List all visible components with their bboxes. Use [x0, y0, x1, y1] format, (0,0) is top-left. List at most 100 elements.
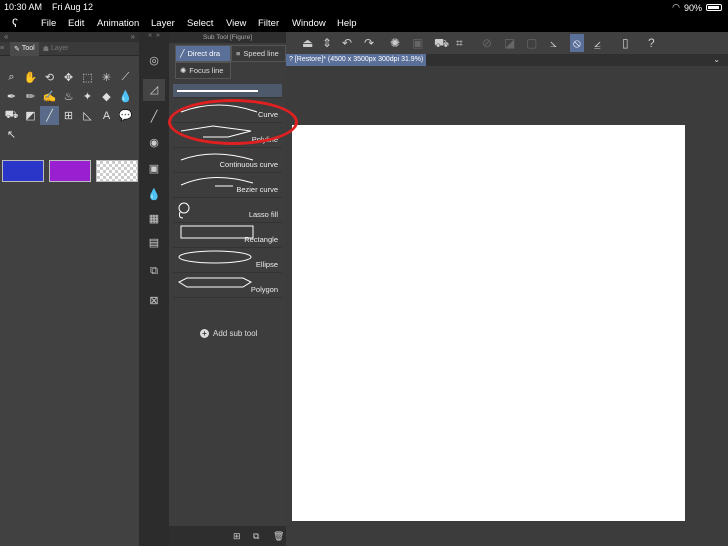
menu-help[interactable]: Help — [337, 18, 357, 29]
tab-focus-line[interactable]: ✺ Focus line — [175, 62, 231, 79]
snap-grid-icon[interactable]: ⦤ — [594, 36, 601, 50]
fill-icon[interactable]: ⛟ — [2, 106, 21, 125]
print-icon[interactable]: ⏏ — [302, 36, 313, 50]
wifi-icon: ◠ — [672, 2, 680, 12]
status-right: ◠ 90% — [672, 2, 722, 13]
color-drop-icon[interactable]: 💧 — [147, 188, 161, 202]
add-subtool-button[interactable]: + Add sub tool — [200, 329, 257, 338]
undo-icon[interactable]: ↶ — [342, 36, 352, 50]
subtool-panel-icon[interactable]: ◿ — [143, 79, 165, 101]
duplicate-subtool-icon[interactable]: ⧉ — [253, 531, 259, 542]
decoration-icon[interactable]: ✦ — [78, 87, 97, 106]
selection-border-icon[interactable]: ▢ — [526, 36, 537, 50]
panel-menu-icon[interactable]: ≡ — [0, 45, 10, 52]
figure-icon[interactable]: ╱ — [40, 106, 59, 125]
subtool-settings-icon[interactable]: ⊞ — [233, 531, 241, 542]
blend-icon[interactable]: 💧 — [116, 87, 135, 106]
app-logo-icon[interactable]: ʕ — [12, 16, 18, 30]
menu-filter[interactable]: Filter — [258, 18, 279, 29]
deselect-icon[interactable]: ⊘ — [482, 36, 492, 50]
document-tab[interactable]: ? [Restore]* (4500 x 3500px 300dpi 31.9%… — [286, 54, 427, 66]
tab-tool[interactable]: ✎ Tool — [10, 41, 39, 56]
invert-selection-icon[interactable]: ◪ — [504, 36, 515, 50]
rotate-icon[interactable]: ⟲ — [40, 68, 59, 87]
subtool-rectangle[interactable]: Rectangle — [173, 223, 282, 248]
sub-color-swatch[interactable] — [49, 160, 91, 182]
status-time: 10:30 AM — [4, 2, 43, 12]
layers-icon[interactable]: ⧉ — [147, 264, 161, 278]
material-icon[interactable]: ▣ — [147, 162, 161, 176]
redo-icon[interactable]: ↷ — [364, 36, 374, 50]
line-icon: ╱ — [180, 49, 185, 58]
correct-line-icon[interactable]: ↖ — [2, 125, 21, 144]
menu-select[interactable]: Select — [187, 18, 213, 29]
tab-direct-draw[interactable]: ╱ Direct dra — [175, 45, 231, 62]
menu-layer[interactable]: Layer — [151, 18, 175, 29]
pen-icon[interactable]: ✒ — [2, 87, 21, 106]
dock-collapse[interactable]: « » — [139, 32, 169, 44]
brush-tool-icon[interactable]: ✍ — [40, 87, 59, 106]
subtool-title: Sub Tool [Figure] — [169, 32, 286, 43]
panel-collapse-bar[interactable]: «» — [0, 32, 139, 42]
clear-icon[interactable]: ▣ — [412, 36, 423, 50]
subtool-continuous-curve[interactable]: Continuous curve — [173, 148, 282, 173]
command-bar: ⏏ ⇕ ↶ ↷ ✺ ▣ ⛟ ⌗ ⊘ ◪ ▢ ⦣ ⦸ ⦤ ▯ ? — [286, 32, 728, 54]
device-icon[interactable]: ▯ — [622, 36, 629, 50]
eraser-icon[interactable]: ◆ — [97, 87, 116, 106]
color-swatches — [2, 160, 138, 182]
fill-bucket-icon[interactable]: ⛟ — [434, 36, 449, 50]
snap-ruler-icon[interactable]: ⦣ — [550, 36, 557, 50]
close-panel-icon[interactable]: ⊠ — [147, 294, 161, 308]
menu-file[interactable]: File — [41, 18, 56, 29]
delete-subtool-icon[interactable]: 🗑 — [273, 531, 284, 542]
menu-window[interactable]: Window — [292, 18, 326, 29]
subtool-polygon[interactable]: Polygon — [173, 273, 282, 298]
tab-layer[interactable]: ☗ Layer — [39, 42, 73, 56]
menu-view[interactable]: View — [226, 18, 246, 29]
loading-icon[interactable]: ✺ — [390, 36, 400, 50]
airbrush-icon[interactable]: ♨ — [59, 87, 78, 106]
tab-speed-line[interactable]: ≡ Speed line — [231, 45, 286, 62]
zoom-icon[interactable]: ⌕ — [2, 68, 21, 87]
subtool-bezier-curve[interactable]: Bezier curve — [173, 173, 282, 198]
menu-edit[interactable]: Edit — [68, 18, 84, 29]
eyedropper-icon[interactable]: ⟋ — [116, 68, 135, 87]
balloon-icon[interactable]: 💬 — [116, 106, 135, 125]
expand-icon[interactable]: ⇕ — [322, 36, 332, 50]
collapse-left-icon[interactable]: « — [4, 32, 8, 42]
snap-special-ruler-icon[interactable]: ⦸ — [570, 34, 584, 52]
text-icon[interactable]: A — [97, 106, 116, 125]
crop-icon[interactable]: ⌗ — [456, 36, 463, 50]
hand-icon[interactable]: ✋ — [21, 68, 40, 87]
ruler-panel-icon[interactable]: ╱ — [147, 110, 161, 124]
tab-direct-draw-label: Direct dra — [187, 49, 221, 58]
target-icon[interactable]: ◉ — [147, 136, 161, 150]
collapse-right-icon[interactable]: » — [131, 32, 135, 42]
menu-bar: ʕ File Edit Animation Layer Select View … — [0, 14, 728, 32]
help-icon[interactable]: ? — [648, 36, 655, 50]
subtool-straight-line[interactable] — [173, 84, 282, 98]
main-color-swatch[interactable] — [2, 160, 44, 182]
selection-icon[interactable]: ⬚ — [78, 68, 97, 87]
ruler-icon[interactable]: ◺ — [78, 106, 97, 125]
color-grid-icon[interactable]: ▦ — [147, 212, 161, 226]
gradient-icon[interactable]: ◩ — [21, 106, 40, 125]
auto-select-icon[interactable]: ✳ — [97, 68, 116, 87]
subtool-ellipse[interactable]: Ellipse — [173, 248, 282, 273]
image-icon[interactable]: ▤ — [147, 236, 161, 250]
battery-icon — [706, 4, 722, 11]
subtool-bottom-bar: ⊞ ⧉ 🗑 — [169, 526, 286, 546]
transparent-color-swatch[interactable] — [96, 160, 138, 182]
subtool-lasso-fill[interactable]: Lasso fill — [173, 198, 282, 223]
move-icon[interactable]: ✥ — [59, 68, 78, 87]
chevron-down-icon[interactable]: ⌄ — [713, 55, 720, 64]
navigator-icon[interactable]: ◎ — [147, 54, 161, 68]
menu-animation[interactable]: Animation — [97, 18, 139, 29]
subtool-continuous-curve-label: Continuous curve — [219, 160, 278, 169]
canvas-area[interactable] — [286, 66, 728, 522]
pencil-icon[interactable]: ✏ — [21, 87, 40, 106]
frame-icon[interactable]: ⊞ — [59, 106, 78, 125]
tool-grid: ⌕ ✋ ⟲ ✥ ⬚ ✳ ⟋ ✒ ✏ ✍ ♨ ✦ ◆ 💧 ⛟ ◩ ╱ ⊞ ◺ A … — [2, 68, 138, 144]
canvas-page[interactable] — [292, 125, 685, 521]
tool-panel-tabs: ≡ ✎ Tool ☗ Layer — [0, 41, 139, 56]
